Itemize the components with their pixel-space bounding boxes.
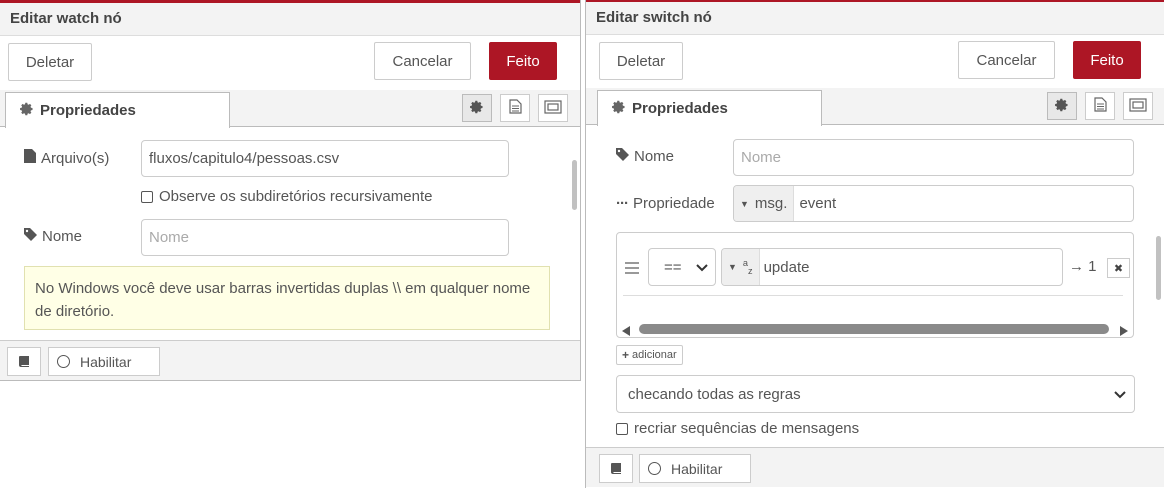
windows-tip: No Windows você deve usar barras inverti…: [24, 266, 550, 330]
done-button[interactable]: Feito: [489, 42, 557, 80]
cancel-button[interactable]: Cancelar: [958, 41, 1055, 79]
remove-rule-button[interactable]: ✖: [1107, 258, 1130, 278]
name-label: Nome: [24, 228, 82, 245]
layout-icon: [1129, 97, 1147, 115]
property-label: ··· Propriedade: [616, 195, 715, 212]
layout-icon: [544, 99, 562, 117]
tag-icon: [24, 228, 37, 245]
description-tab-button[interactable]: [500, 94, 530, 122]
rule-value: update: [763, 258, 810, 276]
drag-handle-icon[interactable]: [625, 261, 639, 279]
gear-icon: [612, 100, 626, 118]
caret-down-icon: ▼: [740, 198, 749, 209]
editor-title: Editar watch nó: [0, 3, 580, 36]
settings-tab-button[interactable]: [462, 94, 492, 122]
file-icon: [24, 149, 36, 167]
enable-toggle[interactable]: Habilitar: [639, 454, 751, 483]
tab-label: Propriedades: [632, 100, 728, 117]
appearance-tab-button[interactable]: [1123, 92, 1153, 120]
gear-icon: [20, 102, 34, 120]
property-type-selector[interactable]: ▼ msg.: [734, 186, 795, 221]
editor-footer: Habilitar: [0, 340, 580, 380]
watch-node-editor: Editar watch nó Deletar Cancelar Feito P…: [0, 0, 581, 381]
gear-icon: [1055, 98, 1069, 115]
enable-toggle[interactable]: Habilitar: [48, 347, 160, 376]
ellipsis-icon: ···: [616, 195, 629, 212]
settings-tab-button[interactable]: [1047, 92, 1077, 120]
help-button[interactable]: [599, 454, 633, 483]
name-input[interactable]: Nome: [141, 219, 509, 256]
chevron-down-icon: [1114, 386, 1126, 403]
scrollbar[interactable]: [1156, 236, 1161, 300]
caret-down-icon: ▼: [728, 262, 737, 272]
name-input[interactable]: Nome: [733, 139, 1134, 176]
delete-button[interactable]: Deletar: [599, 42, 683, 80]
tabs-bar: Propriedades: [0, 90, 580, 128]
done-button[interactable]: Feito: [1073, 41, 1141, 79]
recreate-sequences-checkbox[interactable]: [616, 422, 628, 435]
tabs-bar: Propriedades: [586, 88, 1164, 126]
add-rule-button[interactable]: + adicionar: [616, 345, 683, 365]
rules-list: == ▼ az update → 1 ✖: [616, 232, 1134, 338]
close-icon: ✖: [1113, 262, 1124, 275]
rule-output-label: → 1: [1069, 258, 1097, 275]
toggle-circle-icon: [648, 462, 661, 475]
recursive-checkbox-row[interactable]: Observe os subdiretórios recursivamente: [141, 188, 432, 205]
appearance-tab-button[interactable]: [538, 94, 568, 122]
editor-title: Editar switch nó: [586, 2, 1164, 35]
editor-footer: Habilitar: [586, 447, 1164, 487]
string-type-icon: az: [742, 258, 753, 276]
property-input[interactable]: ▼ msg. event: [733, 185, 1134, 222]
book-icon: [610, 461, 622, 477]
value-type-selector[interactable]: ▼ az: [722, 249, 760, 285]
file-icon: [508, 99, 522, 117]
switch-node-editor: Editar switch nó Deletar Cancelar Feito …: [585, 0, 1164, 488]
rule-value-input[interactable]: ▼ az update: [721, 248, 1063, 286]
scroll-right-arrow[interactable]: [1120, 323, 1128, 337]
rule-divider: [623, 295, 1123, 296]
description-tab-button[interactable]: [1085, 92, 1115, 120]
horizontal-scrollbar[interactable]: [639, 324, 1109, 334]
tab-properties[interactable]: Propriedades: [597, 90, 822, 126]
book-icon: [18, 354, 30, 370]
cancel-button[interactable]: Cancelar: [374, 42, 471, 80]
tab-properties[interactable]: Propriedades: [5, 92, 230, 128]
file-label: Arquivo(s): [24, 149, 109, 167]
recreate-sequences-row[interactable]: recriar sequências de mensagens: [616, 420, 859, 437]
name-label: Nome: [616, 148, 674, 165]
file-icon: [1093, 97, 1107, 115]
gear-icon: [470, 100, 484, 117]
tab-label: Propriedades: [40, 102, 136, 119]
recursive-checkbox[interactable]: [141, 190, 153, 203]
help-button[interactable]: [7, 347, 41, 376]
tag-icon: [616, 148, 629, 165]
delete-button[interactable]: Deletar: [8, 43, 92, 81]
file-input[interactable]: fluxos/capitulo4/pessoas.csv: [141, 140, 509, 177]
chevron-down-icon: [696, 259, 708, 276]
toggle-circle-icon: [57, 355, 70, 368]
scrollbar[interactable]: [572, 160, 577, 210]
property-value: event: [799, 195, 837, 212]
checking-mode-select[interactable]: checando todas as regras: [616, 375, 1135, 413]
operator-select[interactable]: ==: [648, 248, 716, 286]
plus-icon: +: [622, 348, 630, 362]
scroll-left-arrow[interactable]: [622, 323, 630, 337]
